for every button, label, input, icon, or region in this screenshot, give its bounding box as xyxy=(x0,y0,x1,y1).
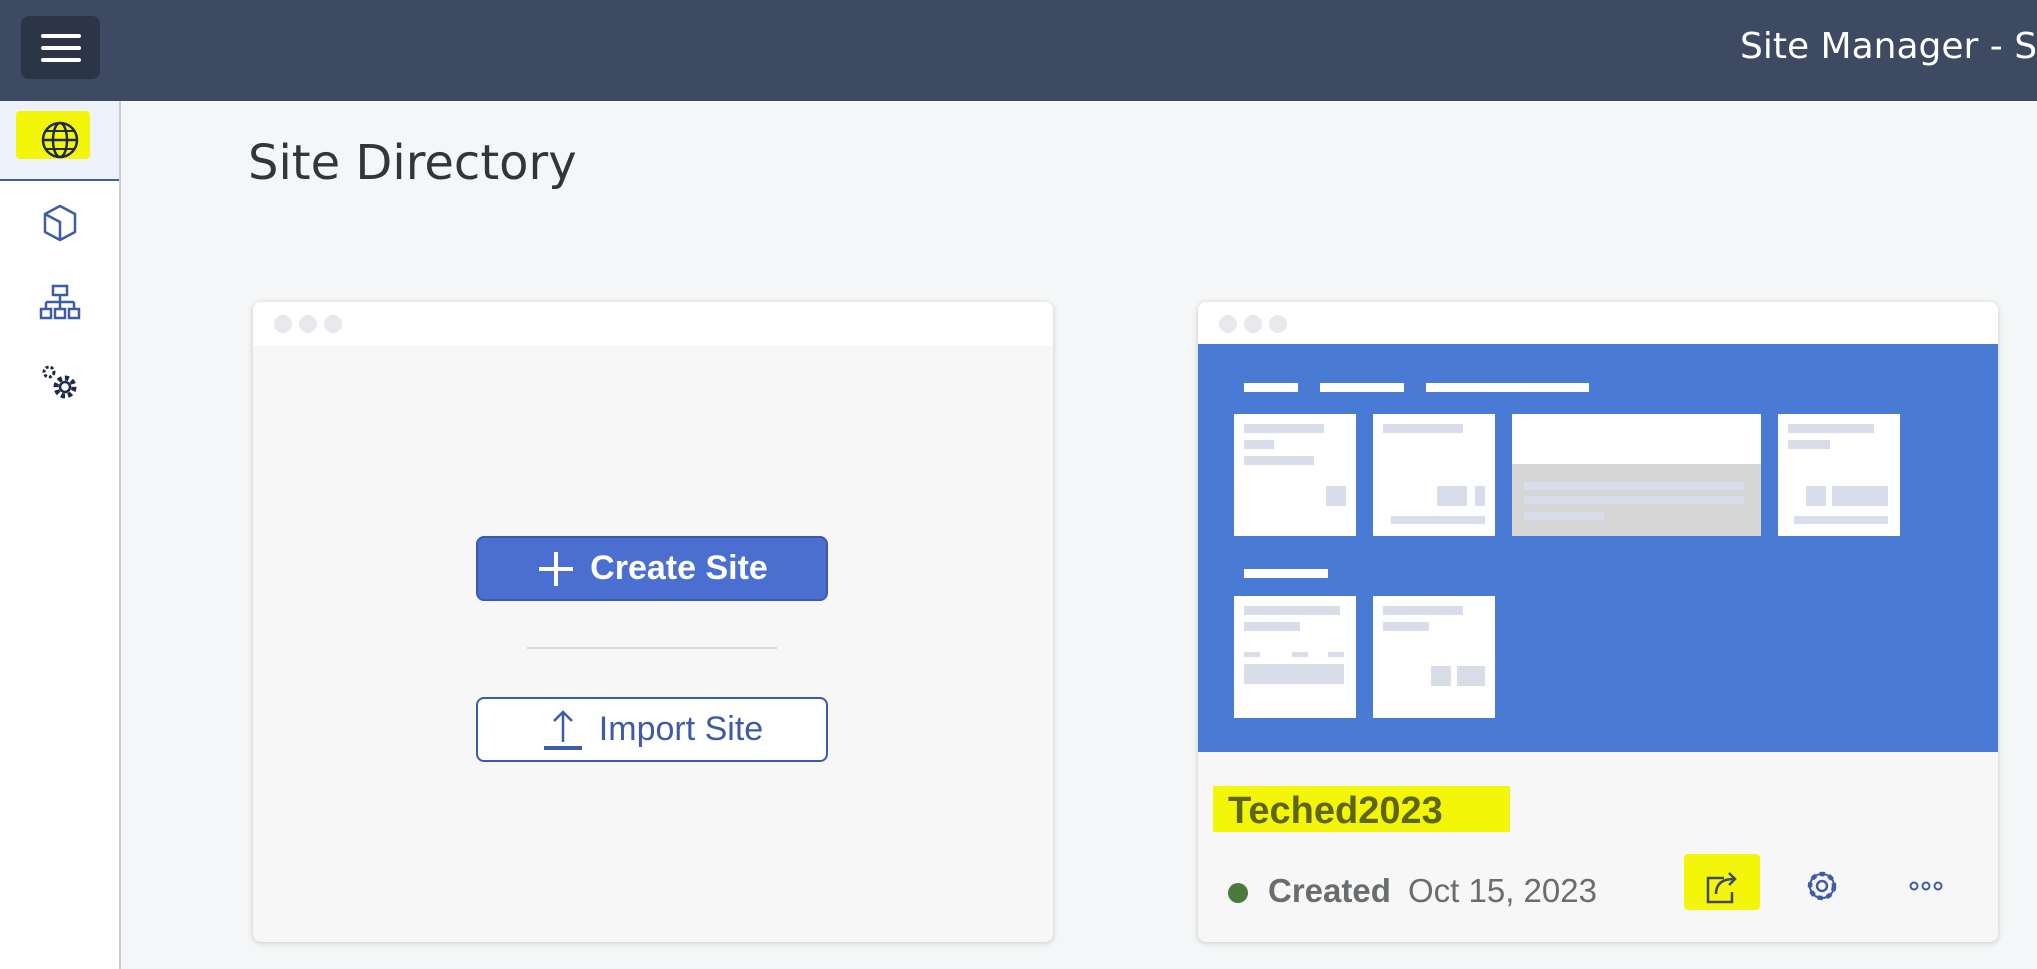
page-title: Site Directory xyxy=(248,135,577,191)
preview-tile xyxy=(1373,414,1495,536)
shell-header: Site Manager - Site xyxy=(0,0,2037,101)
create-site-button[interactable]: Create Site xyxy=(476,536,828,601)
sidebar-item-content[interactable] xyxy=(0,183,119,263)
create-site-card: Create Site Import Site xyxy=(253,302,1053,942)
site-name[interactable]: Teched2023 xyxy=(1228,790,1443,833)
window-chrome xyxy=(253,302,1053,346)
window-dot-icon xyxy=(1219,315,1237,333)
hierarchy-icon xyxy=(39,284,80,320)
preview-tile xyxy=(1778,414,1900,536)
sidebar-item-structure[interactable] xyxy=(0,263,119,343)
window-dot-icon xyxy=(324,315,342,333)
upload-icon xyxy=(543,709,582,750)
preview-nav-bar xyxy=(1426,383,1589,392)
cube-icon xyxy=(43,204,76,242)
site-preview-thumbnail[interactable] xyxy=(1198,344,1998,752)
created-date: Oct 15, 2023 xyxy=(1408,872,1597,909)
open-site-icon xyxy=(1706,872,1737,904)
side-navigation xyxy=(0,101,121,969)
window-dot-icon xyxy=(299,315,317,333)
preview-section-label xyxy=(1244,569,1328,578)
site-card[interactable]: Teched2023 Created Oct 15, 2023 xyxy=(1198,302,1998,942)
create-site-label: Create Site xyxy=(590,549,768,587)
window-dot-icon xyxy=(274,315,292,333)
site-settings-button[interactable] xyxy=(1800,864,1844,908)
import-site-button[interactable]: Import Site xyxy=(476,697,828,762)
window-chrome xyxy=(1198,302,1998,346)
preview-nav-bar xyxy=(1320,383,1404,392)
open-site-button[interactable] xyxy=(1700,864,1744,908)
preview-tile-wide xyxy=(1512,414,1761,536)
window-dot-icon xyxy=(1269,315,1287,333)
sidebar-item-site-directory[interactable] xyxy=(0,101,119,181)
settings-gears-icon xyxy=(42,365,76,399)
app-title: Site Manager - Site xyxy=(1740,26,2037,67)
settings-icon xyxy=(1807,871,1837,901)
status-indicator-icon xyxy=(1228,883,1248,903)
import-site-label: Import Site xyxy=(598,710,764,748)
preview-tile xyxy=(1234,414,1356,536)
sidebar-item-settings[interactable] xyxy=(0,343,119,423)
status-label: Created xyxy=(1268,872,1391,909)
window-dot-icon xyxy=(1244,315,1262,333)
divider xyxy=(527,647,777,649)
hamburger-menu-icon xyxy=(40,33,81,62)
more-icon xyxy=(1909,881,1943,891)
preview-nav-bar xyxy=(1244,383,1298,392)
globe-icon xyxy=(41,121,78,159)
menu-button[interactable] xyxy=(21,16,100,79)
plus-icon xyxy=(539,551,574,586)
preview-tile xyxy=(1373,596,1495,718)
preview-tile xyxy=(1234,596,1356,718)
more-actions-button[interactable] xyxy=(1904,864,1948,908)
